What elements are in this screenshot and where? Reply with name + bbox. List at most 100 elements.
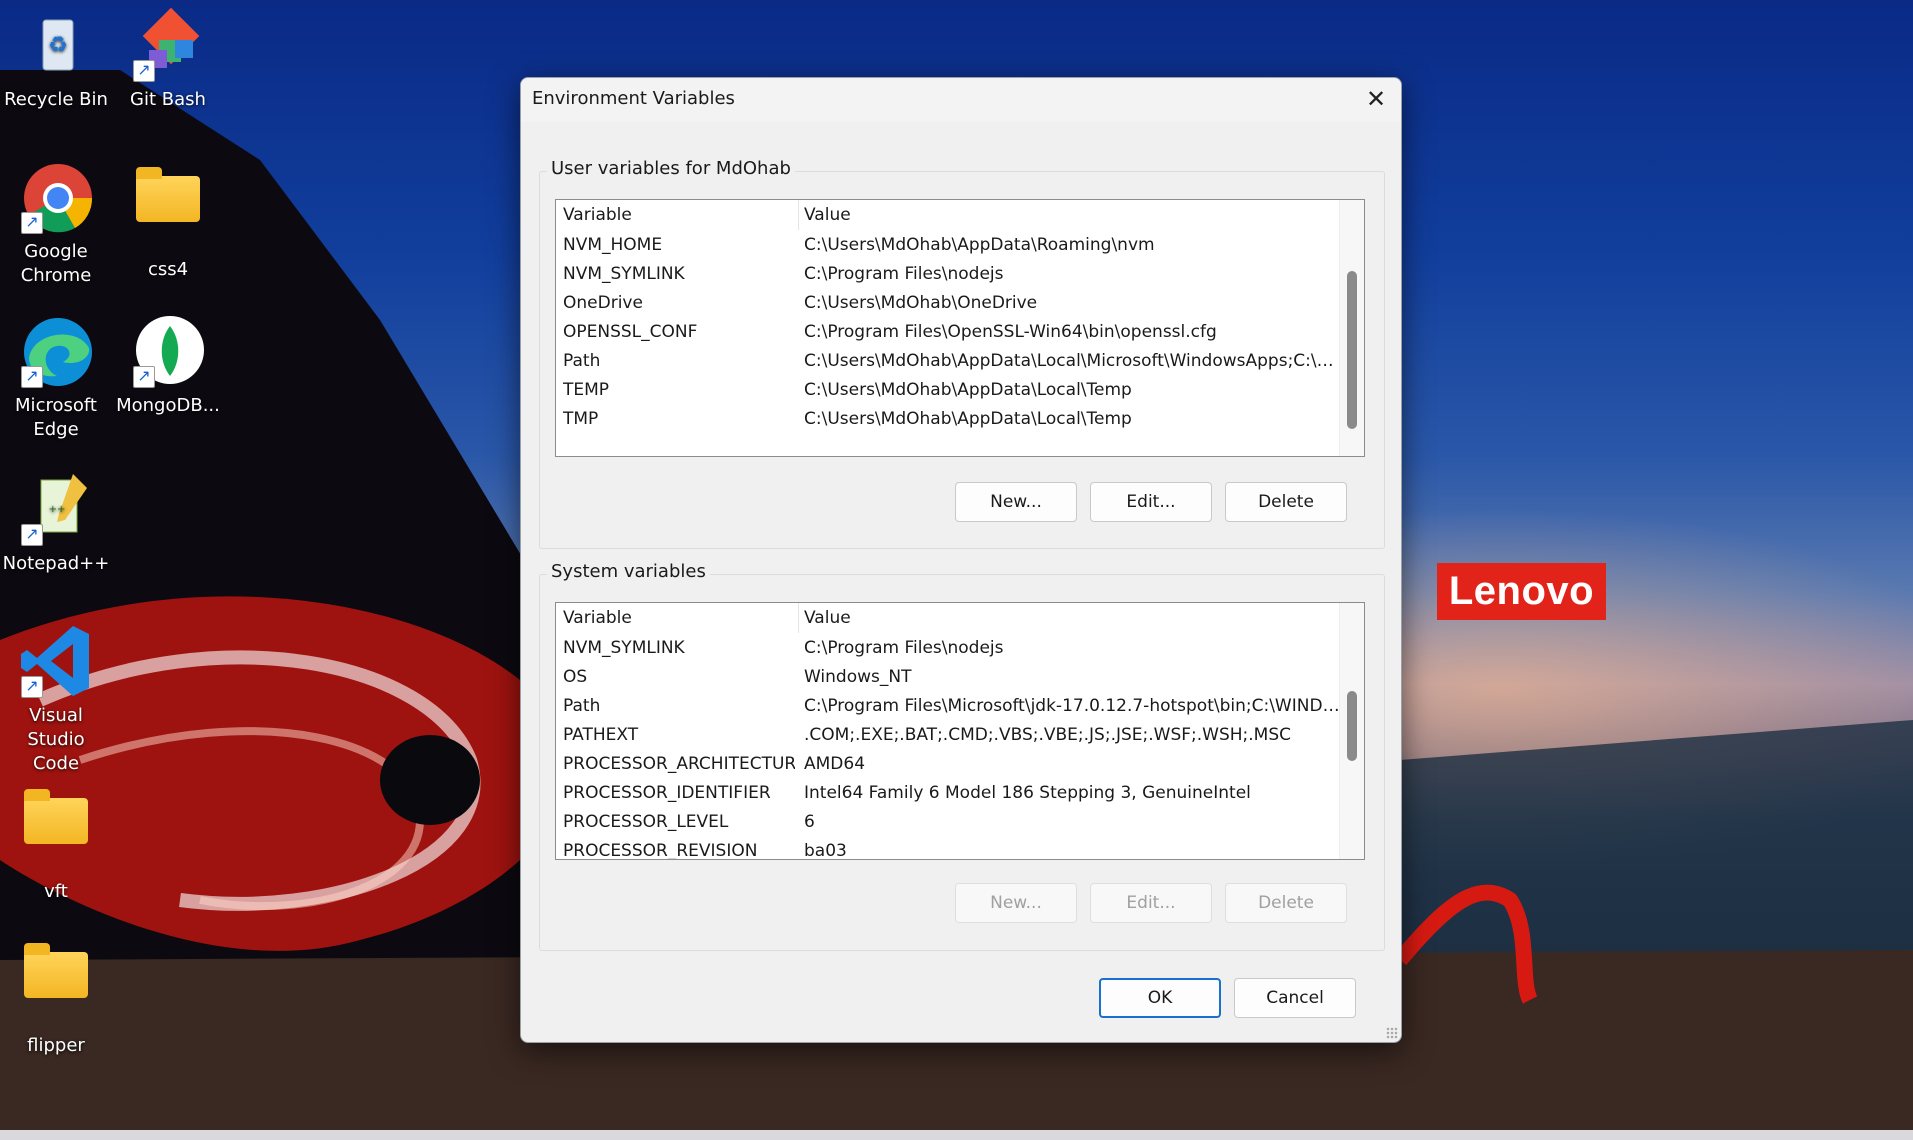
desktop-icon-git-bash[interactable]: ↗ Git Bash bbox=[113, 6, 223, 112]
variable-name: PROCESSOR_ARCHITECTURE bbox=[563, 754, 795, 774]
folder-icon bbox=[129, 167, 207, 254]
svg-text:♻: ♻ bbox=[48, 33, 68, 58]
vertical-scrollbar[interactable] bbox=[1339, 603, 1364, 859]
variable-value: C:\Users\MdOhab\AppData\Roaming\nvm bbox=[804, 235, 1155, 255]
list-row[interactable]: OS Windows_NT bbox=[556, 662, 1364, 691]
folder-icon bbox=[17, 789, 95, 876]
list-row[interactable]: OPENSSL_CONF C:\Program Files\OpenSSL-Win… bbox=[556, 317, 1364, 346]
desktop-icon-label: Microsoft Edge bbox=[15, 395, 97, 440]
column-header-variable[interactable]: Variable bbox=[563, 205, 795, 225]
user-new-button[interactable]: New... bbox=[955, 482, 1077, 522]
shortcut-arrow-icon: ↗ bbox=[133, 366, 155, 388]
user-edit-button[interactable]: Edit... bbox=[1090, 482, 1212, 522]
folder-icon bbox=[17, 943, 95, 1030]
dialog-titlebar[interactable]: Environment Variables ✕ bbox=[521, 78, 1401, 122]
list-row[interactable]: PROCESSOR_REVISION ba03 bbox=[556, 836, 1364, 860]
system-delete-button[interactable]: Delete bbox=[1225, 883, 1347, 923]
list-row[interactable]: PROCESSOR_ARCHITECTURE AMD64 bbox=[556, 749, 1364, 778]
variable-name: Path bbox=[563, 696, 601, 716]
system-variables-label: System variables bbox=[547, 561, 710, 582]
list-row[interactable]: PATHEXT .COM;.EXE;.BAT;.CMD;.VBS;.VBE;.JS… bbox=[556, 720, 1364, 749]
desktop-icon-label: css4 bbox=[147, 259, 189, 280]
list-row[interactable]: PROCESSOR_IDENTIFIER Intel64 Family 6 Mod… bbox=[556, 778, 1364, 807]
desktop-icon-label: vft bbox=[44, 881, 68, 902]
shortcut-arrow-icon: ↗ bbox=[21, 524, 43, 546]
taskbar bbox=[0, 1130, 1913, 1140]
user-variables-list[interactable]: Variable Value NVM_HOME C:\Users\MdOhab\A… bbox=[555, 199, 1365, 457]
variable-name: PROCESSOR_LEVEL bbox=[563, 812, 729, 832]
desktop-icon-vft[interactable]: vft bbox=[1, 780, 111, 904]
variable-value: .COM;.EXE;.BAT;.CMD;.VBS;.VBE;.JS;.JSE;.… bbox=[804, 725, 1292, 745]
list-row[interactable]: TEMP C:\Users\MdOhab\AppData\Local\Temp bbox=[556, 375, 1364, 404]
list-row[interactable]: Path C:\Users\MdOhab\AppData\Local\Micros… bbox=[556, 346, 1364, 375]
variable-name: OPENSSL_CONF bbox=[563, 322, 698, 342]
variable-name: PROCESSOR_IDENTIFIER bbox=[563, 783, 771, 803]
mongodb-icon: ↗ bbox=[129, 312, 207, 390]
column-header-variable[interactable]: Variable bbox=[563, 608, 795, 628]
list-row[interactable]: TMP C:\Users\MdOhab\AppData\Local\Temp bbox=[556, 404, 1364, 433]
desktop-icon-label: flipper bbox=[27, 1035, 85, 1056]
column-header-value[interactable]: Value bbox=[804, 608, 1340, 628]
desktop-icon-css4[interactable]: css4 bbox=[113, 158, 223, 282]
variable-value: ba03 bbox=[804, 841, 847, 860]
list-row[interactable]: NVM_HOME C:\Users\MdOhab\AppData\Roaming\… bbox=[556, 230, 1364, 259]
variable-name: OS bbox=[563, 667, 588, 687]
desktop-icon-flipper[interactable]: flipper bbox=[1, 934, 111, 1058]
close-icon[interactable]: ✕ bbox=[1351, 78, 1401, 122]
desktop-icon-label: Notepad++ bbox=[2, 553, 110, 574]
column-divider[interactable] bbox=[798, 603, 799, 633]
resize-grip-icon[interactable] bbox=[1386, 1027, 1398, 1039]
variable-name: NVM_SYMLINK bbox=[563, 638, 685, 658]
variable-name: OneDrive bbox=[563, 293, 643, 313]
scrollbar-thumb[interactable] bbox=[1347, 271, 1357, 429]
chrome-icon: ↗ bbox=[17, 158, 95, 236]
cancel-button[interactable]: Cancel bbox=[1234, 978, 1356, 1018]
desktop-icon-label: MongoDB... bbox=[116, 395, 220, 416]
column-header-value[interactable]: Value bbox=[804, 205, 1340, 225]
desktop-icon-label: Visual Studio Code bbox=[27, 705, 85, 774]
shortcut-arrow-icon: ↗ bbox=[133, 60, 155, 82]
list-row[interactable]: OneDrive C:\Users\MdOhab\OneDrive bbox=[556, 288, 1364, 317]
system-new-button[interactable]: New... bbox=[955, 883, 1077, 923]
desktop-icon-visual-studio-code[interactable]: ↗ Visual Studio Code bbox=[1, 622, 111, 776]
desktop-icon-microsoft-edge[interactable]: ↗ Microsoft Edge bbox=[1, 312, 111, 442]
system-edit-button[interactable]: Edit... bbox=[1090, 883, 1212, 923]
vertical-scrollbar[interactable] bbox=[1339, 200, 1364, 456]
variable-value: C:\Users\MdOhab\AppData\Local\Temp bbox=[804, 380, 1132, 400]
desktop-icon-notepad-plus-plus[interactable]: ++ ↗ Notepad++ bbox=[1, 470, 111, 576]
desktop-icon-recycle-bin[interactable]: ♻ Recycle Bin bbox=[1, 6, 111, 112]
variable-name: TMP bbox=[563, 409, 599, 429]
dialog-title: Environment Variables bbox=[532, 88, 735, 109]
desktop-icon-label: Recycle Bin bbox=[4, 89, 108, 110]
list-header: Variable Value bbox=[556, 603, 1364, 633]
list-row[interactable]: NVM_SYMLINK C:\Program Files\nodejs bbox=[556, 633, 1364, 662]
variable-name: NVM_HOME bbox=[563, 235, 663, 255]
variable-name: Path bbox=[563, 351, 601, 371]
variable-name: TEMP bbox=[563, 380, 610, 400]
svg-text:++: ++ bbox=[49, 504, 66, 515]
list-row[interactable]: PROCESSOR_LEVEL 6 bbox=[556, 807, 1364, 836]
user-variables-group: User variables for MdOhab Variable Value… bbox=[539, 158, 1385, 549]
desktop-icon-label: Git Bash bbox=[130, 89, 206, 110]
system-variables-list[interactable]: Variable Value NVM_SYMLINK C:\Program Fil… bbox=[555, 602, 1365, 860]
desktop-icon-google-chrome[interactable]: ↗ Google Chrome bbox=[1, 158, 111, 288]
variable-value: C:\Program Files\nodejs bbox=[804, 264, 1004, 284]
shortcut-arrow-icon: ↗ bbox=[21, 212, 43, 234]
desktop-icon-label: Google Chrome bbox=[20, 241, 92, 286]
user-delete-button[interactable]: Delete bbox=[1225, 482, 1347, 522]
variable-value: 6 bbox=[804, 812, 815, 832]
column-divider[interactable] bbox=[798, 200, 799, 230]
scrollbar-thumb[interactable] bbox=[1347, 691, 1357, 761]
environment-variables-dialog: Environment Variables ✕ User variables f… bbox=[520, 77, 1402, 1043]
list-row[interactable]: NVM_SYMLINK C:\Program Files\nodejs bbox=[556, 259, 1364, 288]
user-variables-label: User variables for MdOhab bbox=[547, 158, 795, 179]
variable-value: Intel64 Family 6 Model 186 Stepping 3, G… bbox=[804, 783, 1251, 803]
shortcut-arrow-icon: ↗ bbox=[21, 366, 43, 388]
git-bash-icon: ↗ bbox=[129, 6, 207, 84]
list-row[interactable]: Path C:\Program Files\Microsoft\jdk-17.0.… bbox=[556, 691, 1364, 720]
desktop-icon-mongodb[interactable]: ↗ MongoDB... bbox=[113, 312, 223, 418]
variable-value: C:\Users\MdOhab\AppData\Local\Temp bbox=[804, 409, 1132, 429]
lenovo-logo: Lenovo bbox=[1437, 563, 1606, 620]
recycle-bin-icon: ♻ bbox=[17, 6, 95, 84]
ok-button[interactable]: OK bbox=[1099, 978, 1221, 1018]
